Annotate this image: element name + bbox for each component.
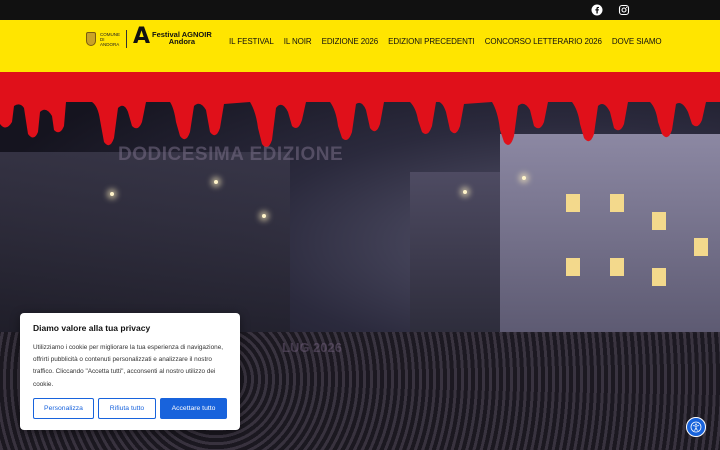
lit-window: [566, 258, 580, 276]
nav-edizioni-precedenti[interactable]: EDIZIONI PRECEDENTI: [388, 37, 475, 46]
reject-all-button[interactable]: Rifiuta tutto: [98, 398, 156, 419]
festival-logo-letter[interactable]: A: [133, 26, 150, 48]
lit-window: [610, 258, 624, 276]
hero-subtitle: LUG 2026: [282, 340, 342, 355]
nav-edizione-2026[interactable]: EDIZIONE 2026: [322, 37, 379, 46]
accessibility-icon: [690, 421, 702, 433]
festival-logo-line2: Andora: [168, 37, 195, 46]
accept-all-button[interactable]: Accettare tutto: [160, 398, 227, 419]
nav-il-noir[interactable]: IL NOIR: [284, 37, 312, 46]
site-header: Comune di Andora A Festival AGNOIR Andor…: [0, 20, 720, 72]
logo-divider: [126, 30, 127, 48]
instagram-icon[interactable]: [617, 3, 631, 17]
facebook-icon[interactable]: [590, 3, 604, 17]
lit-window: [652, 268, 666, 286]
accessibility-button[interactable]: [686, 417, 706, 437]
cookie-buttons: Personalizza Rifiuta tutto Accettare tut…: [33, 398, 227, 419]
cookie-consent-banner: Diamo valore alla tua privacy Utilizziam…: [20, 313, 240, 430]
nav-dove-siamo[interactable]: DOVE SIAMO: [612, 37, 662, 46]
cookie-title: Diamo valore alla tua privacy: [33, 323, 151, 333]
cookie-description: Utilizziamo i cookie per migliorare la t…: [33, 344, 224, 388]
main-nav: IL FESTIVAL IL NOIR EDIZIONE 2026 EDIZIO…: [229, 37, 662, 46]
comune-text: Comune di Andora: [100, 31, 120, 47]
comune-logo[interactable]: Comune di Andora: [86, 30, 122, 48]
nav-concorso-letterario[interactable]: CONCORSO LETTERARIO 2026: [485, 37, 602, 46]
top-bar: [0, 0, 720, 20]
hero-title: DODICESIMA EDIZIONE: [118, 144, 344, 165]
lit-window: [694, 238, 708, 256]
blood-drips: [0, 72, 720, 148]
crest-icon: [86, 32, 96, 46]
customize-button[interactable]: Personalizza: [33, 398, 94, 419]
festival-logo-text[interactable]: Festival AGNOIR Andora: [152, 31, 212, 46]
nav-il-festival[interactable]: IL FESTIVAL: [229, 37, 274, 46]
